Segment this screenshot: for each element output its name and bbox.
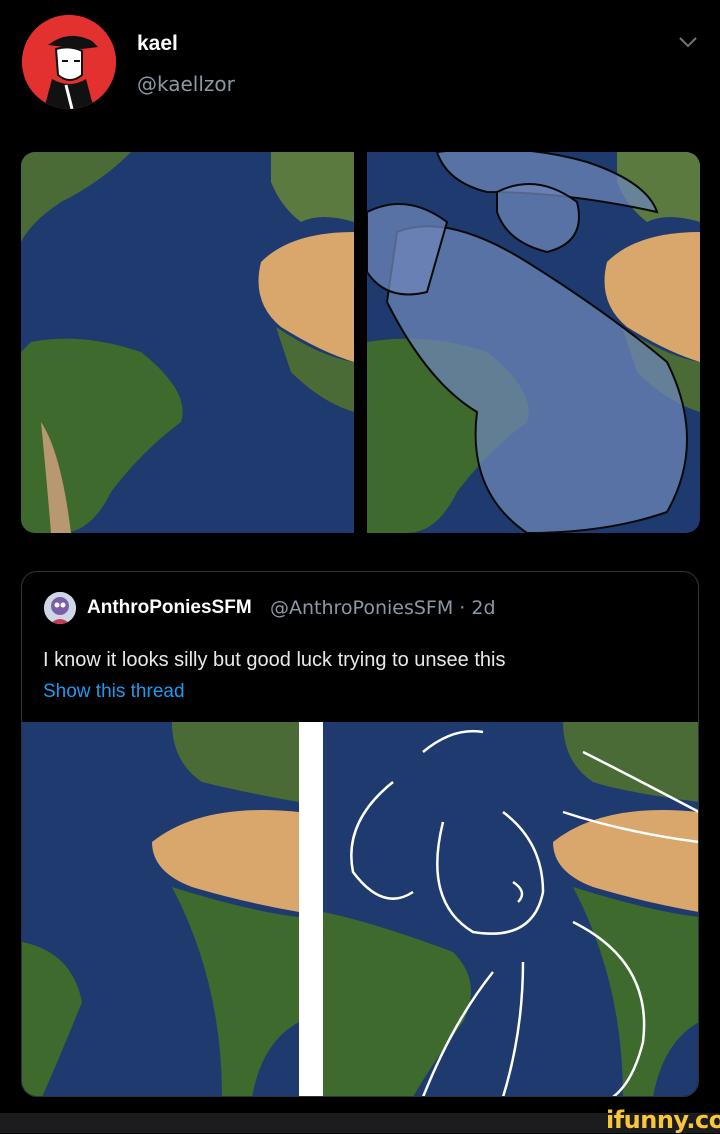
quoted-map-image-left[interactable] <box>22 722 299 1096</box>
user-handle[interactable]: @kaellzor <box>137 72 235 96</box>
quoted-handle-time: @AnthroPoniesSFM · 2d <box>270 597 496 619</box>
show-thread-link[interactable]: Show this thread <box>43 681 185 703</box>
quoted-map-image-right[interactable] <box>323 722 698 1096</box>
map-image-left[interactable] <box>21 152 354 533</box>
quoted-display-name[interactable]: AnthroPoniesSFM <box>87 597 252 619</box>
chevron-down-icon[interactable] <box>676 30 700 54</box>
map-image-right[interactable] <box>367 152 700 533</box>
display-name[interactable]: kael <box>137 32 178 56</box>
avatar[interactable] <box>22 15 116 109</box>
image-divider <box>299 722 323 1096</box>
quoted-tweet-card[interactable]: AnthroPoniesSFM @AnthroPoniesSFM · 2d I … <box>21 571 699 1097</box>
ifunny-watermark: ifunny.co <box>606 1106 720 1134</box>
quoted-avatar[interactable] <box>44 592 76 624</box>
quoted-tweet-text: I know it looks silly but good luck tryi… <box>43 649 506 671</box>
